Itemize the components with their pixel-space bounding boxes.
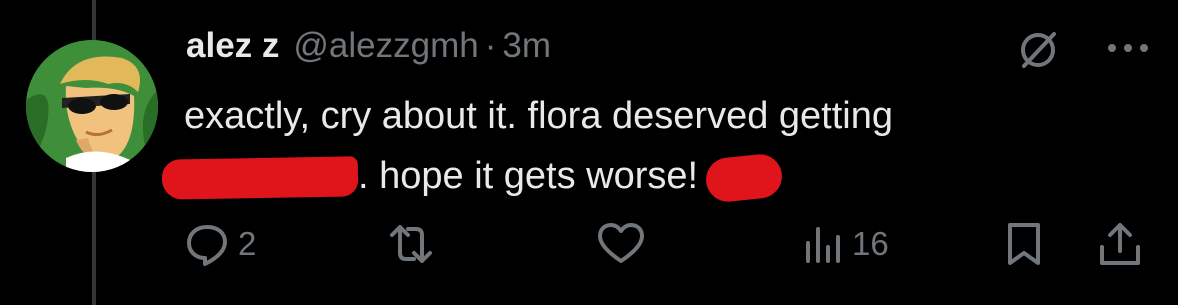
separator-dot: ·: [484, 26, 497, 65]
views-count: 16: [852, 225, 889, 262]
share-button[interactable]: [1098, 214, 1142, 274]
tweet-text-line-2: . hope it gets worse!: [161, 146, 1084, 206]
avatar[interactable]: [26, 40, 158, 172]
bookmark-button[interactable]: [1004, 214, 1044, 274]
tweet-text-line-1: exactly, cry about it. flora deserved ge…: [184, 95, 893, 137]
share-icon: [1100, 223, 1140, 265]
reply-icon: [187, 225, 227, 266]
user-handle[interactable]: @alezzgmh: [293, 26, 478, 66]
tweet-header: alez z @alezzgmh · 3m: [186, 26, 551, 76]
reply-count: 2: [238, 225, 257, 262]
action-bar: 2 16: [184, 214, 1154, 274]
bookmark-icon: [1008, 223, 1040, 265]
heart-icon: [598, 223, 644, 263]
cartoon-avatar-icon: [26, 40, 158, 172]
retweet-button[interactable]: [386, 214, 444, 274]
tweet-text-line-2-text: . hope it gets worse!: [358, 155, 699, 197]
reply-button[interactable]: 2: [184, 214, 256, 274]
views-icon: [806, 227, 840, 263]
grok-icon[interactable]: [1016, 28, 1060, 72]
redaction-mark: [703, 152, 785, 204]
redaction-mark: [161, 156, 359, 200]
views-button[interactable]: 16: [804, 214, 889, 274]
retweet-icon: [390, 225, 432, 263]
tweet-text: exactly, cry about it. flora deserved ge…: [161, 86, 1084, 206]
more-icon[interactable]: [1104, 38, 1152, 58]
like-button[interactable]: [596, 214, 654, 274]
display-name[interactable]: alez z: [186, 26, 279, 66]
timestamp[interactable]: 3m: [502, 26, 551, 66]
